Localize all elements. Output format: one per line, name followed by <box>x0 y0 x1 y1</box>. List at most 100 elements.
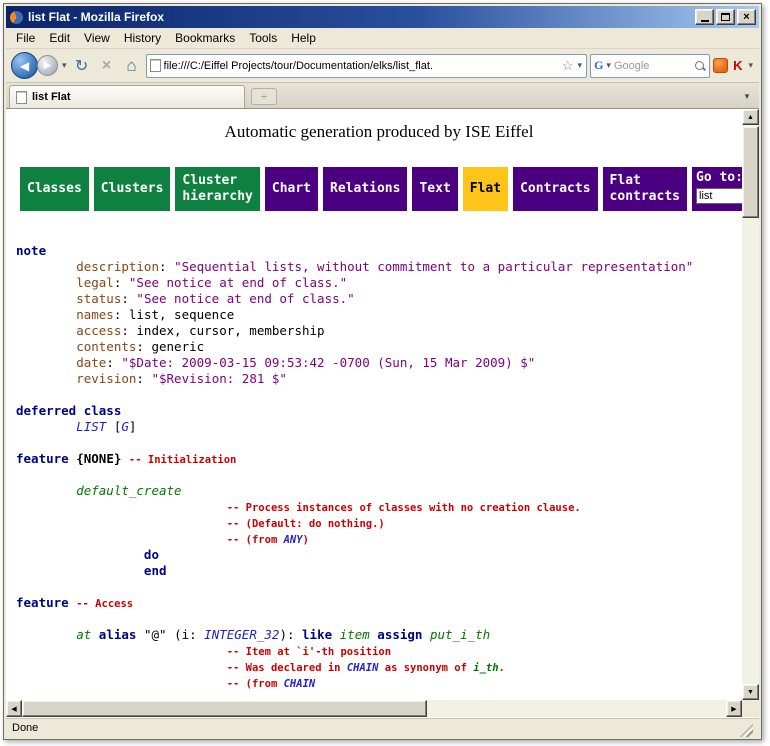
home-button[interactable]: ⌂ <box>121 55 143 77</box>
code-segment: like <box>302 627 332 642</box>
code-segment: -- Was declared in <box>227 662 347 674</box>
code-segment: "$Revision: 281 $" <box>151 371 286 386</box>
vertical-scrollbar[interactable]: ▲ ▼ <box>742 109 759 700</box>
page-title: Automatic generation produced by ISE Eif… <box>16 122 742 142</box>
menu-item-file[interactable]: File <box>9 29 42 47</box>
google-logo-icon: G <box>594 58 603 73</box>
url-bar: ☆ ▾ <box>146 54 588 78</box>
nav-button-clusters[interactable]: Clusters <box>94 167 171 211</box>
bookmark-star-icon[interactable]: ☆ <box>562 58 574 74</box>
code-segment: : index, cursor, membership <box>121 323 324 338</box>
code-segment: "$Date: 2009-03-15 09:53:42 -0700 (Sun, … <box>121 355 535 370</box>
code-segment: item <box>340 627 370 642</box>
code-line: default_create <box>16 483 742 499</box>
addon-icon[interactable] <box>713 58 728 73</box>
code-line <box>16 611 742 627</box>
code-segment: . <box>499 662 505 674</box>
goto-input[interactable] <box>696 188 742 204</box>
code-line: -- Process instances of classes with no … <box>16 499 742 515</box>
scroll-right-button[interactable]: ▶ <box>726 700 742 717</box>
addon-dropdown-icon[interactable]: ▾ <box>747 60 754 71</box>
history-dropdown-icon[interactable]: ▾ <box>61 60 68 71</box>
code-line: deferred class <box>16 403 742 419</box>
code-segment: names <box>76 307 114 322</box>
minimize-button[interactable] <box>695 9 714 25</box>
code-segment: : generic <box>136 339 204 354</box>
code-segment: status <box>76 291 121 306</box>
code-segment: "Sequential lists, without commitment to… <box>174 259 693 274</box>
url-dropdown-icon[interactable]: ▾ <box>577 60 584 71</box>
code-segment: note <box>16 243 46 258</box>
menu-item-help[interactable]: Help <box>284 29 323 47</box>
code-line: at alias "@" (i: INTEGER_32): like item … <box>16 627 742 643</box>
code-segment: : <box>121 291 136 306</box>
code-segment: : <box>136 371 151 386</box>
code-segment: i_th <box>473 662 498 674</box>
nav-button-flat[interactable]: Flat <box>463 167 508 211</box>
scroll-down-button[interactable]: ▼ <box>742 684 759 700</box>
resize-grip[interactable] <box>740 724 753 737</box>
menu-item-history[interactable]: History <box>117 29 168 47</box>
code-line <box>16 435 742 451</box>
code-segment: feature <box>16 595 69 610</box>
code-segment: "@" (i: <box>136 627 204 642</box>
nav-button-row: ClassesClustersClusterhierarchyChartRela… <box>20 167 742 211</box>
code-segment: "See notice at end of class." <box>129 275 347 290</box>
forward-button[interactable]: ▶ <box>37 55 58 76</box>
url-input[interactable] <box>164 60 559 72</box>
code-segment: CHAIN <box>284 678 316 690</box>
code-segment <box>91 627 99 642</box>
nav-button-classes[interactable]: Classes <box>20 167 89 211</box>
code-line: -- (from CHAIN <box>16 675 742 691</box>
eiffel-code-listing: notedescription: "Sequential lists, with… <box>16 243 742 691</box>
vertical-scroll-thumb[interactable] <box>742 126 759 218</box>
kaspersky-icon[interactable]: K <box>731 58 744 73</box>
code-segment: G <box>121 419 129 434</box>
tab-favicon <box>16 91 27 104</box>
code-segment: assign <box>377 627 422 642</box>
close-button[interactable]: × <box>737 9 756 25</box>
code-segment: -- Item at `i'-th position <box>227 646 391 658</box>
code-segment: : <box>114 275 129 290</box>
nav-button-relations[interactable]: Relations <box>323 167 407 211</box>
nav-button-cluster-hierarchy[interactable]: Clusterhierarchy <box>175 167 259 211</box>
code-line: -- (Default: do nothing.) <box>16 515 742 531</box>
maximize-button[interactable] <box>716 9 735 25</box>
stop-button[interactable]: × <box>96 55 118 77</box>
code-line: -- Was declared in CHAIN as synonym of i… <box>16 659 742 675</box>
code-segment: "See notice at end of class." <box>136 291 354 306</box>
list-all-tabs-button[interactable]: ▾ <box>738 87 756 105</box>
horizontal-scroll-thumb[interactable] <box>22 700 427 717</box>
search-input[interactable] <box>614 60 692 72</box>
maximize-icon <box>721 13 730 21</box>
menu-item-bookmarks[interactable]: Bookmarks <box>168 29 242 47</box>
nav-button-flat-contracts[interactable]: Flatcontracts <box>603 167 687 211</box>
nav-button-chart[interactable]: Chart <box>265 167 318 211</box>
titlebar[interactable]: list Flat - Mozilla Firefox × <box>6 6 759 28</box>
code-segment: alias <box>99 627 137 642</box>
scroll-up-button[interactable]: ▲ <box>742 109 759 125</box>
search-engine-dropdown-icon[interactable]: ▾ <box>605 60 612 71</box>
code-segment: INTEGER_32 <box>204 627 279 642</box>
menu-item-edit[interactable]: Edit <box>42 29 77 47</box>
code-segment: do <box>144 547 159 562</box>
menu-item-view[interactable]: View <box>77 29 117 47</box>
horizontal-scrollbar[interactable]: ◀ ▶ <box>6 700 742 717</box>
reload-button[interactable]: ↻ <box>71 55 93 77</box>
nav-button-contracts[interactable]: Contracts <box>513 167 597 211</box>
search-icon[interactable] <box>694 60 706 72</box>
code-line: names: list, sequence <box>16 307 742 323</box>
back-button[interactable]: ◀ <box>11 52 38 79</box>
page-favicon <box>150 59 161 72</box>
menu-item-tools[interactable]: Tools <box>242 29 284 47</box>
code-segment: end <box>144 563 167 578</box>
code-segment: : list, sequence <box>114 307 234 322</box>
tab-list-flat[interactable]: list Flat <box>9 85 245 108</box>
window-controls: × <box>695 9 756 25</box>
firefox-window: list Flat - Mozilla Firefox × FileEditVi… <box>3 3 762 740</box>
nav-button-text[interactable]: Text <box>412 167 457 211</box>
code-line: feature {NONE} -- Initialization <box>16 451 742 467</box>
scrollbar-corner <box>742 700 759 717</box>
scroll-left-button[interactable]: ◀ <box>6 700 22 717</box>
tab-overflow-handle[interactable]: ÷ <box>251 88 277 105</box>
